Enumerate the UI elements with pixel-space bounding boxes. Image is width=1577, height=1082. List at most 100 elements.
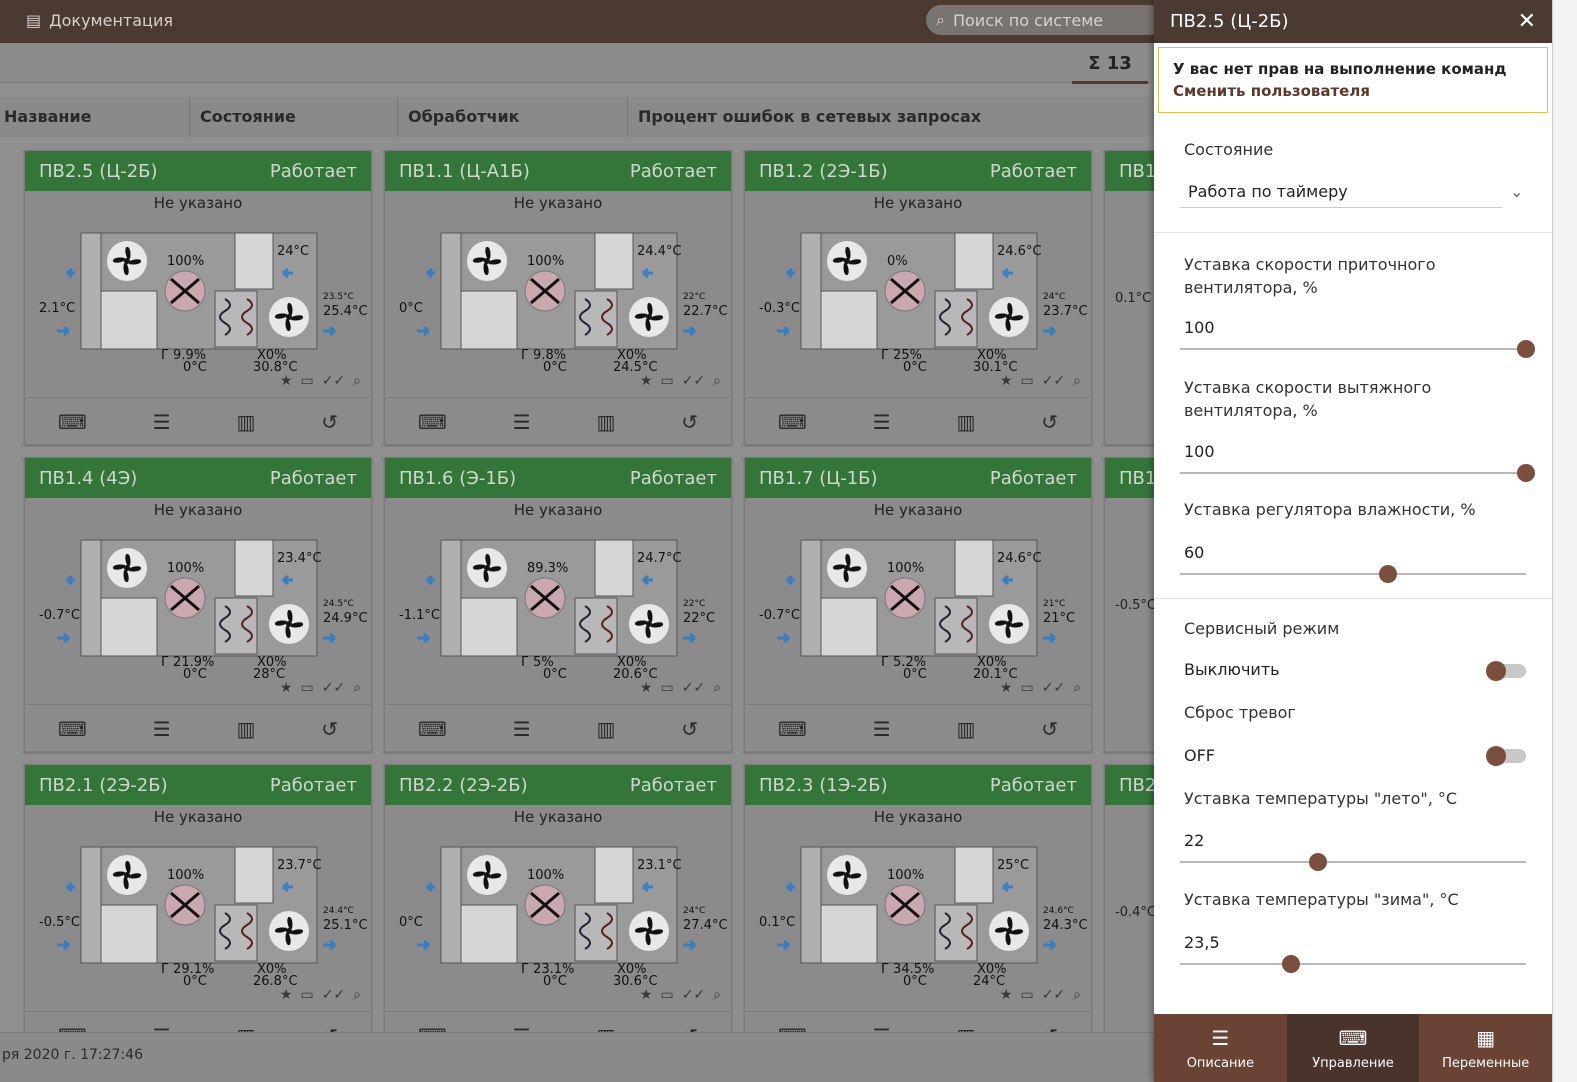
unit-card-header[interactable]: ПВ1.6 (Э-1Б) Работает — [385, 458, 731, 498]
history-icon[interactable]: ↺ — [1041, 1024, 1058, 1033]
humidity-slider[interactable] — [1180, 573, 1526, 575]
unit-card[interactable]: ПВ1.2 (2Э-1Б) Работает Не указано 0% -0.3°C 2… — [744, 150, 1092, 445]
column-name[interactable]: Название — [0, 97, 190, 137]
history-icon[interactable]: ↺ — [1041, 717, 1058, 741]
history-icon[interactable]: ↺ — [321, 717, 338, 741]
star-icon[interactable]: ★ — [280, 987, 293, 1003]
chart-icon[interactable]: ▥ — [957, 410, 976, 434]
zoom-icon[interactable]: ⌕ — [713, 987, 721, 1003]
keyboard-icon[interactable]: ⌨ — [58, 1024, 87, 1033]
chart-icon[interactable]: ▥ — [237, 1024, 256, 1033]
supply-fan-slider[interactable] — [1180, 348, 1526, 350]
chart-icon[interactable]: ▥ — [957, 717, 976, 741]
check-icon[interactable]: ✓✓ — [322, 373, 345, 389]
column-state[interactable]: Состояние — [190, 97, 398, 137]
card-icon[interactable]: ▭ — [300, 373, 313, 389]
unit-card-header[interactable]: ПВ2 — [1105, 765, 1160, 805]
unit-card[interactable]: ПВ1.1 (Ц-А1Б) Работает Не указано 100% 0°C 24… — [384, 150, 732, 445]
chart-icon[interactable]: ▥ — [957, 1024, 976, 1033]
card-icon[interactable]: ▭ — [1020, 373, 1033, 389]
browser-scrollbar[interactable] — [1552, 0, 1577, 1082]
list-icon[interactable]: ☰ — [153, 717, 171, 741]
zoom-icon[interactable]: ⌕ — [1073, 373, 1081, 389]
switch-user-link[interactable]: Сменить пользователя — [1173, 80, 1533, 102]
keyboard-icon[interactable]: ⌨ — [418, 717, 447, 741]
summer-temp-slider-handle[interactable] — [1309, 853, 1328, 871]
star-icon[interactable]: ★ — [1000, 373, 1013, 389]
documentation-link[interactable]: ▤ Документация — [26, 8, 173, 32]
unit-card[interactable]: ПВ1.6 (Э-1Б) Работает Не указано 89.3% -1.1°… — [384, 457, 732, 752]
unit-card-header[interactable]: ПВ1.7 (Ц-1Б) Работает — [745, 458, 1091, 498]
search-input[interactable]: ⌕ Поиск по системе — [926, 5, 1166, 35]
keyboard-icon[interactable]: ⌨ — [778, 1024, 807, 1033]
history-icon[interactable]: ↺ — [321, 1024, 338, 1033]
star-icon[interactable]: ★ — [640, 987, 653, 1003]
star-icon[interactable]: ★ — [1000, 987, 1013, 1003]
history-icon[interactable]: ↺ — [681, 410, 698, 434]
check-icon[interactable]: ✓✓ — [322, 987, 345, 1003]
unit-card-header[interactable]: ПВ1 — [1105, 151, 1160, 191]
zoom-icon[interactable]: ⌕ — [713, 373, 721, 389]
keyboard-icon[interactable]: ⌨ — [778, 717, 807, 741]
unit-card-partial[interactable]: ПВ1 0.1°C — [1104, 150, 1160, 445]
list-icon[interactable]: ☰ — [873, 1024, 891, 1033]
check-icon[interactable]: ✓✓ — [682, 680, 705, 696]
tab-control[interactable]: ⌨ Управление — [1286, 1014, 1420, 1082]
history-icon[interactable]: ↺ — [1041, 410, 1058, 434]
unit-card[interactable]: ПВ2.3 (1Э-2Б) Работает Не указано 100% 0.1°C… — [744, 764, 1092, 1032]
keyboard-icon[interactable]: ⌨ — [58, 717, 87, 741]
card-icon[interactable]: ▭ — [300, 987, 313, 1003]
unit-card-header[interactable]: ПВ1.2 (2Э-1Б) Работает — [745, 151, 1091, 191]
alarm-reset-toggle[interactable] — [1486, 746, 1526, 766]
unit-card-header[interactable]: ПВ2.3 (1Э-2Б) Работает — [745, 765, 1091, 805]
unit-card-header[interactable]: ПВ2.1 (2Э-2Б) Работает — [25, 765, 371, 805]
check-icon[interactable]: ✓✓ — [682, 373, 705, 389]
tab-variables[interactable]: ▦ Переменные — [1419, 1014, 1552, 1082]
star-icon[interactable]: ★ — [640, 680, 653, 696]
unit-card-header[interactable]: ПВ2.5 (Ц-2Б) Работает — [25, 151, 371, 191]
unit-card[interactable]: ПВ2.1 (2Э-2Б) Работает Не указано 100% -0.5°… — [24, 764, 372, 1032]
unit-card-partial[interactable]: ПВ2 -0.4°C — [1104, 764, 1160, 1032]
check-icon[interactable]: ✓✓ — [322, 680, 345, 696]
column-handler[interactable]: Обработчик — [398, 97, 628, 137]
star-icon[interactable]: ★ — [640, 373, 653, 389]
unit-card-header[interactable]: ПВ2.2 (2Э-2Б) Работает — [385, 765, 731, 805]
card-icon[interactable]: ▭ — [660, 987, 673, 1003]
list-icon[interactable]: ☰ — [873, 410, 891, 434]
unit-card[interactable]: ПВ2.5 (Ц-2Б) Работает Не указано 100% 2.1°C 2… — [24, 150, 372, 445]
exhaust-fan-slider-handle[interactable] — [1517, 464, 1535, 482]
list-icon[interactable]: ☰ — [513, 717, 531, 741]
star-icon[interactable]: ★ — [1000, 680, 1013, 696]
list-icon[interactable]: ☰ — [873, 717, 891, 741]
tab-description[interactable]: ☰ Описание — [1154, 1014, 1287, 1082]
card-icon[interactable]: ▭ — [1020, 987, 1033, 1003]
winter-temp-slider[interactable] — [1180, 963, 1526, 965]
unit-card[interactable]: ПВ1.7 (Ц-1Б) Работает Не указано 100% -0.7°C… — [744, 457, 1092, 752]
exhaust-fan-slider[interactable] — [1180, 472, 1526, 474]
chart-icon[interactable]: ▥ — [237, 717, 256, 741]
card-icon[interactable]: ▭ — [660, 680, 673, 696]
keyboard-icon[interactable]: ⌨ — [418, 410, 447, 434]
check-icon[interactable]: ✓✓ — [1042, 987, 1065, 1003]
check-icon[interactable]: ✓✓ — [1042, 373, 1065, 389]
zoom-icon[interactable]: ⌕ — [353, 987, 361, 1003]
service-mode-toggle[interactable] — [1486, 661, 1526, 681]
column-error-percent[interactable]: Процент ошибок в сетевых запросах — [628, 97, 1128, 137]
zoom-icon[interactable]: ⌕ — [353, 680, 361, 696]
summer-temp-slider[interactable] — [1180, 861, 1526, 863]
card-icon[interactable]: ▭ — [300, 680, 313, 696]
chart-icon[interactable]: ▥ — [597, 1024, 616, 1033]
keyboard-icon[interactable]: ⌨ — [778, 410, 807, 434]
chart-icon[interactable]: ▥ — [237, 410, 256, 434]
list-icon[interactable]: ☰ — [513, 1024, 531, 1033]
chevron-down-icon[interactable]: ⌄ — [1510, 182, 1523, 201]
humidity-slider-handle[interactable] — [1378, 565, 1397, 583]
close-icon[interactable]: ✕ — [1518, 9, 1536, 34]
unit-card-partial[interactable]: ПВ1 -0.5°C — [1104, 457, 1160, 752]
zoom-icon[interactable]: ⌕ — [1073, 987, 1081, 1003]
keyboard-icon[interactable]: ⌨ — [418, 1024, 447, 1033]
zoom-icon[interactable]: ⌕ — [353, 373, 361, 389]
chart-icon[interactable]: ▥ — [597, 410, 616, 434]
keyboard-icon[interactable]: ⌨ — [58, 410, 87, 434]
unit-card-header[interactable]: ПВ1.4 (4Э) Работает — [25, 458, 371, 498]
